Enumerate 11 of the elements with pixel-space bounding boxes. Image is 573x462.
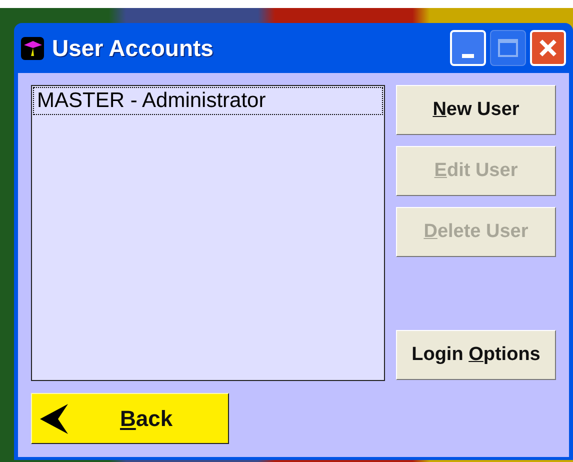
action-button[interactable]: Login Options xyxy=(396,330,556,380)
maximize-button[interactable] xyxy=(490,30,526,66)
window-title: User Accounts xyxy=(52,34,214,63)
close-button[interactable] xyxy=(530,30,566,66)
arrow-left-icon xyxy=(40,404,68,434)
x-icon xyxy=(538,38,558,58)
back-button[interactable]: Back xyxy=(31,393,229,444)
action-button[interactable]: New User xyxy=(396,85,556,135)
app-icon xyxy=(21,36,44,60)
minimize-button[interactable] xyxy=(450,30,486,66)
user-list-item[interactable]: MASTER - Administrator xyxy=(33,87,383,115)
